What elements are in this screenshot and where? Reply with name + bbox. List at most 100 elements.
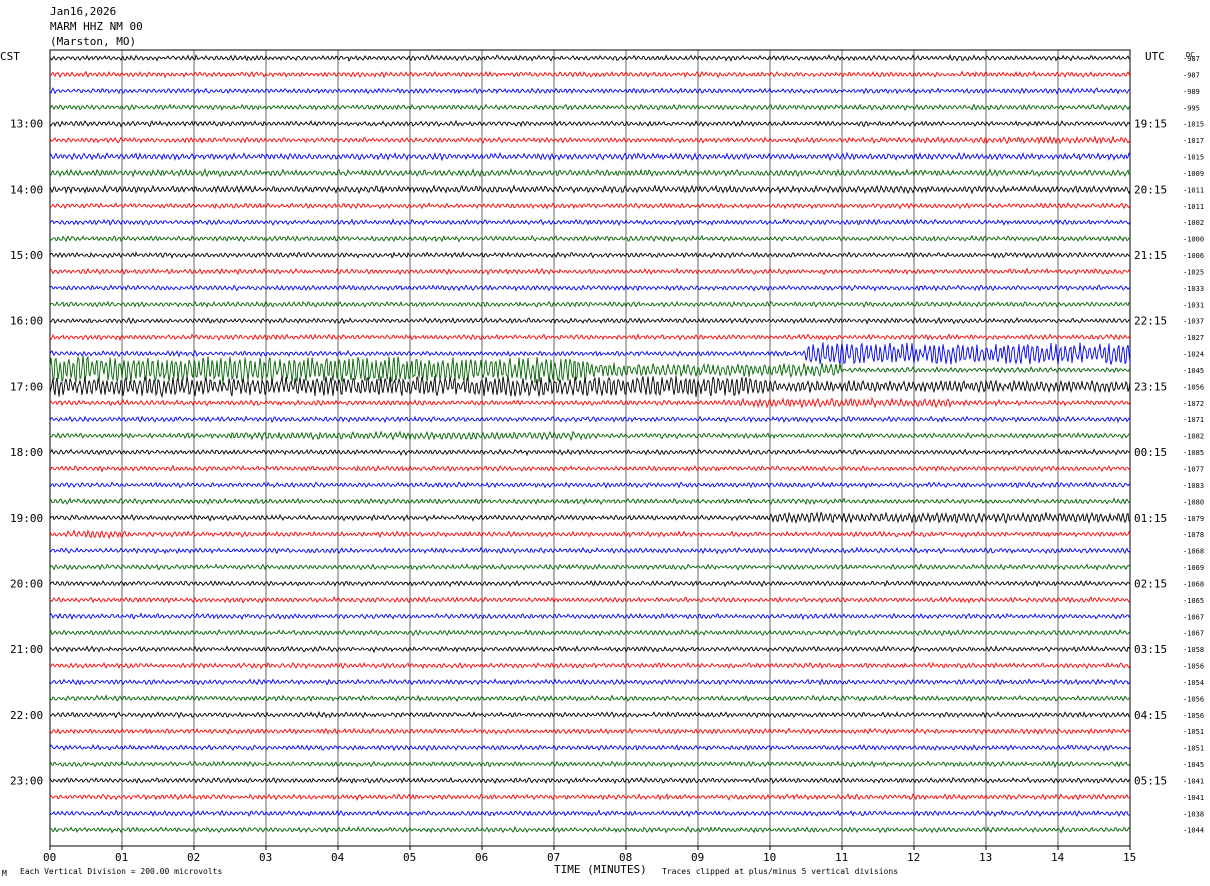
x-tick-label-00: 00 [43, 851, 56, 864]
dc-offset-label: -1006 [1183, 252, 1204, 260]
trace-row-19 [49, 355, 1131, 384]
x-tick-label-11: 11 [835, 851, 848, 864]
x-tick-label-01: 01 [115, 851, 128, 864]
dc-offset-label: -1038 [1183, 810, 1204, 818]
dc-offset-label: -1067 [1183, 613, 1204, 621]
right-hour-label: 04:15 [1134, 709, 1167, 722]
trace-row-41 [49, 727, 1131, 735]
trace-row-13 [49, 267, 1131, 276]
dc-offset-label: -1000 [1183, 236, 1204, 244]
traces [49, 53, 1131, 834]
dc-offset-label: -1054 [1183, 679, 1204, 687]
right-hour-label: 22:15 [1134, 315, 1167, 328]
trace-row-15 [49, 300, 1131, 309]
dc-offset-label: -1056 [1183, 383, 1204, 391]
x-tick-label-12: 12 [907, 851, 920, 864]
dc-offset-label: -1077 [1183, 466, 1204, 474]
dc-offset-label: -1002 [1183, 219, 1204, 227]
dc-offset-label: -1045 [1183, 367, 1204, 375]
dc-offset-label: -987 [1183, 71, 1200, 79]
right-hour-label: 19:15 [1134, 118, 1167, 131]
trace-row-29 [49, 528, 1131, 540]
dc-offset-label: -1069 [1183, 564, 1204, 572]
trace-row-2 [49, 87, 1131, 95]
trace-row-34 [49, 612, 1131, 621]
x-axis-title: TIME (MINUTES) [554, 863, 647, 876]
x-axis-ticks: 00 01 02 03 04 05 06 07 08 09 10 11 12 13 14 15 [43, 846, 1136, 864]
dc-offset-label: -1056 [1183, 695, 1204, 703]
left-hour-label: 15:00 [10, 249, 43, 262]
dc-offset-label: -1015 [1183, 154, 1204, 162]
dc-offset-label: -1011 [1183, 203, 1204, 211]
trace-row-40 [49, 710, 1131, 719]
location-label: (Marston, MO) [50, 35, 136, 48]
dc-offset-label: -1068 [1183, 580, 1204, 588]
trace-row-16 [49, 316, 1131, 325]
dc-offset-label: -1025 [1183, 268, 1204, 276]
x-tick-label-03: 03 [259, 851, 272, 864]
x-tick-label-14: 14 [1051, 851, 1065, 864]
dc-offset-label: -1051 [1183, 728, 1204, 736]
dc-offset-label: -1068 [1183, 548, 1204, 556]
x-tick-label-15: 15 [1123, 851, 1136, 864]
trace-row-14 [49, 284, 1131, 292]
trace-row-25 [49, 464, 1131, 473]
dc-offset-label: -1041 [1183, 794, 1204, 802]
trace-row-3 [49, 103, 1131, 112]
helicorder-plot: Jan16,2026 MARM HHZ NM 00 (Marston, MO) … [0, 5, 1204, 878]
right-hour-label: 20:15 [1134, 183, 1167, 196]
left-hour-label: 23:00 [10, 774, 43, 787]
dc-offset-label: -1011 [1183, 186, 1204, 194]
dc-offset-label: -1015 [1183, 121, 1204, 129]
date-label: Jan16,2026 [50, 5, 116, 18]
trace-row-21 [49, 396, 1131, 409]
trace-row-12 [49, 251, 1131, 259]
dc-offset-label: -1017 [1183, 137, 1204, 145]
dc-offset-label: -1056 [1183, 663, 1204, 671]
left-hour-label: 20:00 [10, 577, 43, 590]
trace-row-17 [49, 333, 1131, 342]
plot-frame [49, 49, 1131, 847]
dc-offset-label: -1041 [1183, 777, 1204, 785]
trace-row-43 [49, 760, 1131, 769]
trace-row-35 [49, 628, 1131, 637]
trace-row-7 [49, 168, 1131, 178]
trace-row-45 [49, 792, 1131, 801]
dc-offset-label: -1082 [1183, 433, 1204, 441]
station-label: MARM HHZ NM 00 [50, 20, 143, 33]
dc-offset-label: -1037 [1183, 318, 1204, 326]
trace-row-39 [49, 694, 1131, 703]
left-hour-label: 17:00 [10, 380, 43, 393]
dc-offset-label: -1085 [1183, 449, 1204, 457]
dc-offset-label: -1058 [1183, 646, 1204, 654]
trace-row-30 [49, 546, 1131, 555]
grid [49, 50, 1131, 846]
station-mark: M [2, 869, 7, 878]
left-hour-label: 18:00 [10, 446, 43, 459]
trace-row-42 [49, 743, 1131, 752]
dc-offset-label: -1072 [1183, 400, 1204, 408]
dc-offset-label: -1051 [1183, 745, 1204, 753]
left-hour-label: 16:00 [10, 315, 43, 328]
dc-offset-label: -1027 [1183, 334, 1204, 342]
x-tick-label-04: 04 [331, 851, 345, 864]
trace-row-22 [49, 415, 1131, 424]
trace-row-36 [49, 645, 1131, 654]
dc-offset-label: -1079 [1183, 515, 1204, 523]
trace-row-20 [49, 374, 1131, 399]
trace-row-6 [49, 151, 1131, 162]
right-hour-labels: 19:15 20:15 21:15 22:15 23:15 00:15 01:15 02:15… [1134, 118, 1167, 788]
right-hour-label: 05:15 [1134, 774, 1167, 787]
left-hour-labels: 13:00 14:00 15:00 16:00 17:00 18:00 19:00 20:00… [10, 118, 43, 788]
trace-row-0 [49, 53, 1131, 62]
trace-row-47 [49, 825, 1131, 834]
dc-offset-label: -1080 [1183, 498, 1204, 506]
dc-offset-label: -1065 [1183, 597, 1204, 605]
dc-offset-label: -1045 [1183, 761, 1204, 769]
x-tick-label-13: 13 [979, 851, 992, 864]
trace-row-32 [49, 579, 1131, 588]
trace-row-46 [49, 809, 1131, 818]
left-hour-label: 19:00 [10, 512, 43, 525]
left-hour-label: 21:00 [10, 643, 43, 656]
trace-row-10 [49, 218, 1131, 227]
